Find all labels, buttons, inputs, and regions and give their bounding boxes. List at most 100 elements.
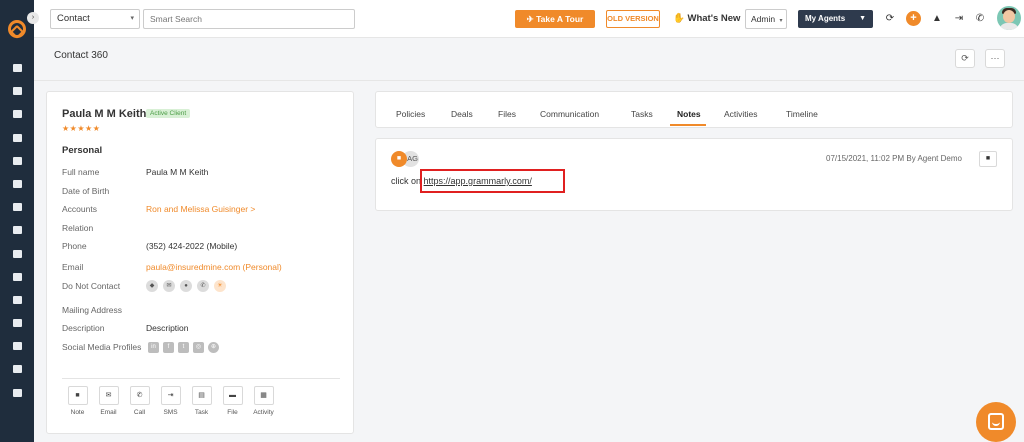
- twitter-icon[interactable]: t: [178, 342, 189, 353]
- mailing-address-label: Mailing Address: [62, 305, 123, 315]
- note-action-button[interactable]: ■ Note: [62, 386, 93, 416]
- tabs-bar: Policies Deals Files Communication Tasks…: [375, 91, 1013, 128]
- rating-stars[interactable]: ★★★★★: [62, 124, 100, 133]
- tab-policies[interactable]: Policies: [396, 109, 425, 119]
- more-options-button[interactable]: ···: [985, 49, 1005, 68]
- whats-new-link[interactable]: ✋ What's New: [673, 13, 740, 24]
- sun-icon[interactable]: ☀: [214, 280, 226, 292]
- my-agents-dropdown[interactable]: My Agents ▼: [798, 10, 873, 28]
- take-a-tour-button[interactable]: ✈ Take A Tour: [515, 10, 595, 28]
- old-version-button[interactable]: OLD VERSION: [606, 10, 660, 28]
- tab-notes[interactable]: Notes: [677, 109, 701, 119]
- dashboard-icon[interactable]: [0, 58, 34, 78]
- top-bar: Contact ▾ ✈ Take A Tour OLD VERSION ✋ Wh…: [34, 0, 1024, 38]
- contact-details-card: Paula M M Keith Active Client ★★★★★ Pers…: [46, 91, 354, 434]
- task-action-button[interactable]: ▤ Task: [186, 386, 217, 416]
- linkedin-icon[interactable]: in: [148, 342, 159, 353]
- clipboard-icon[interactable]: [0, 359, 34, 379]
- email-icon: ✉: [98, 386, 119, 405]
- app-logo[interactable]: [4, 16, 30, 42]
- chevron-down-icon: ▾: [130, 15, 134, 22]
- tab-tasks[interactable]: Tasks: [631, 109, 653, 119]
- accounts-icon[interactable]: [0, 104, 34, 124]
- megaphone-icon[interactable]: [0, 220, 34, 240]
- filter-icon[interactable]: [0, 197, 34, 217]
- accounts-label: Accounts: [62, 204, 97, 214]
- chat-icon[interactable]: ●: [180, 280, 192, 292]
- instagram-icon[interactable]: ◎: [193, 342, 204, 353]
- quick-actions: ■ Note ✉ Email ✆ Call ⇥ SMS ▤ Task ▬ Fil…: [62, 386, 279, 416]
- settings-icon[interactable]: [0, 383, 34, 403]
- accounts-link[interactable]: Ron and Melissa Guisinger >: [146, 204, 255, 214]
- chevron-down-icon: ▾: [779, 18, 783, 24]
- full-name-value: Paula M M Keith: [146, 167, 209, 177]
- refresh-button[interactable]: ⟳: [955, 49, 975, 68]
- active-tab-indicator: [670, 124, 706, 126]
- megaphone-icon[interactable]: ◆: [146, 280, 158, 292]
- email-label: Email: [62, 262, 84, 272]
- globe-icon[interactable]: ⊕: [208, 342, 219, 353]
- folder-icon: ▬: [222, 386, 243, 405]
- tab-files[interactable]: Files: [498, 109, 516, 119]
- activity-action-button[interactable]: ▦ Activity: [248, 386, 279, 416]
- bell-icon[interactable]: ▲: [930, 12, 944, 26]
- dollar-icon[interactable]: [0, 336, 34, 356]
- inbox-icon[interactable]: [0, 313, 34, 333]
- user-avatar[interactable]: [997, 6, 1021, 30]
- facebook-icon[interactable]: f: [163, 342, 174, 353]
- page-title: Contact 360: [54, 50, 108, 61]
- file-action-button[interactable]: ▬ File: [217, 386, 248, 416]
- phone-label: Phone: [62, 241, 87, 251]
- left-nav-rail: [0, 0, 34, 442]
- policies-icon[interactable]: [0, 128, 34, 148]
- relation-label: Relation: [62, 223, 94, 233]
- contact-name: Paula M M Keith: [62, 108, 147, 120]
- calendar-icon: ▦: [253, 386, 274, 405]
- chat-launcher-button[interactable]: [976, 402, 1016, 442]
- list-icon[interactable]: [0, 151, 34, 171]
- status-badge: Active Client: [146, 109, 191, 118]
- description-value: Description: [146, 323, 189, 333]
- note-icon: ■: [67, 386, 88, 405]
- do-not-contact-toggles: ◆ ✉ ● ✆ ☀: [146, 280, 226, 292]
- dnc-label: Do Not Contact: [62, 281, 121, 291]
- phone-value[interactable]: (352) 424-2022 (Mobile): [146, 241, 237, 251]
- tab-communication[interactable]: Communication: [540, 109, 599, 119]
- section-title-personal: Personal: [62, 145, 103, 156]
- social-media-label: Social Media Profiles: [62, 342, 142, 352]
- waving-hand-icon: ✋: [673, 13, 685, 24]
- caret-down-icon: ▼: [859, 15, 866, 22]
- mail-icon[interactable]: [0, 267, 34, 287]
- note-type-icon: ■: [391, 151, 407, 167]
- call-action-button[interactable]: ✆ Call: [124, 386, 155, 416]
- search-scope-select[interactable]: Contact ▾: [50, 9, 140, 29]
- phone-icon: ✆: [129, 386, 150, 405]
- note-meta: 07/15/2021, 11:02 PM By Agent Demo: [826, 154, 962, 163]
- phone-icon[interactable]: ✆: [973, 12, 987, 26]
- divider: [34, 80, 1024, 81]
- smart-search-input[interactable]: [143, 9, 355, 29]
- email-action-button[interactable]: ✉ Email: [93, 386, 124, 416]
- email-link[interactable]: paula@insuredmine.com (Personal): [146, 262, 282, 272]
- admin-select[interactable]: Admin ▾: [745, 9, 787, 29]
- logout-icon[interactable]: ⇥: [952, 12, 966, 26]
- expand-sidebar-button[interactable]: ›: [27, 12, 39, 24]
- delete-note-button[interactable]: ■: [979, 151, 997, 167]
- description-label: Description: [62, 323, 105, 333]
- social-media-links: in f t ◎ ⊕: [148, 342, 219, 353]
- highlight-box: [420, 169, 565, 193]
- sms-action-button[interactable]: ⇥ SMS: [155, 386, 186, 416]
- tab-deals[interactable]: Deals: [451, 109, 473, 119]
- contacts-icon[interactable]: [0, 81, 34, 101]
- reports-icon[interactable]: [0, 244, 34, 264]
- documents-icon[interactable]: [0, 174, 34, 194]
- refresh-icon[interactable]: ⟳: [883, 12, 897, 26]
- email-icon[interactable]: ✉: [163, 280, 175, 292]
- calendar-icon[interactable]: [0, 290, 34, 310]
- tab-timeline[interactable]: Timeline: [786, 109, 818, 119]
- task-icon: ▤: [191, 386, 212, 405]
- tab-activities[interactable]: Activities: [724, 109, 758, 119]
- phone-icon[interactable]: ✆: [197, 280, 209, 292]
- plane-icon: ✈: [526, 14, 534, 24]
- add-new-button[interactable]: +: [906, 11, 921, 26]
